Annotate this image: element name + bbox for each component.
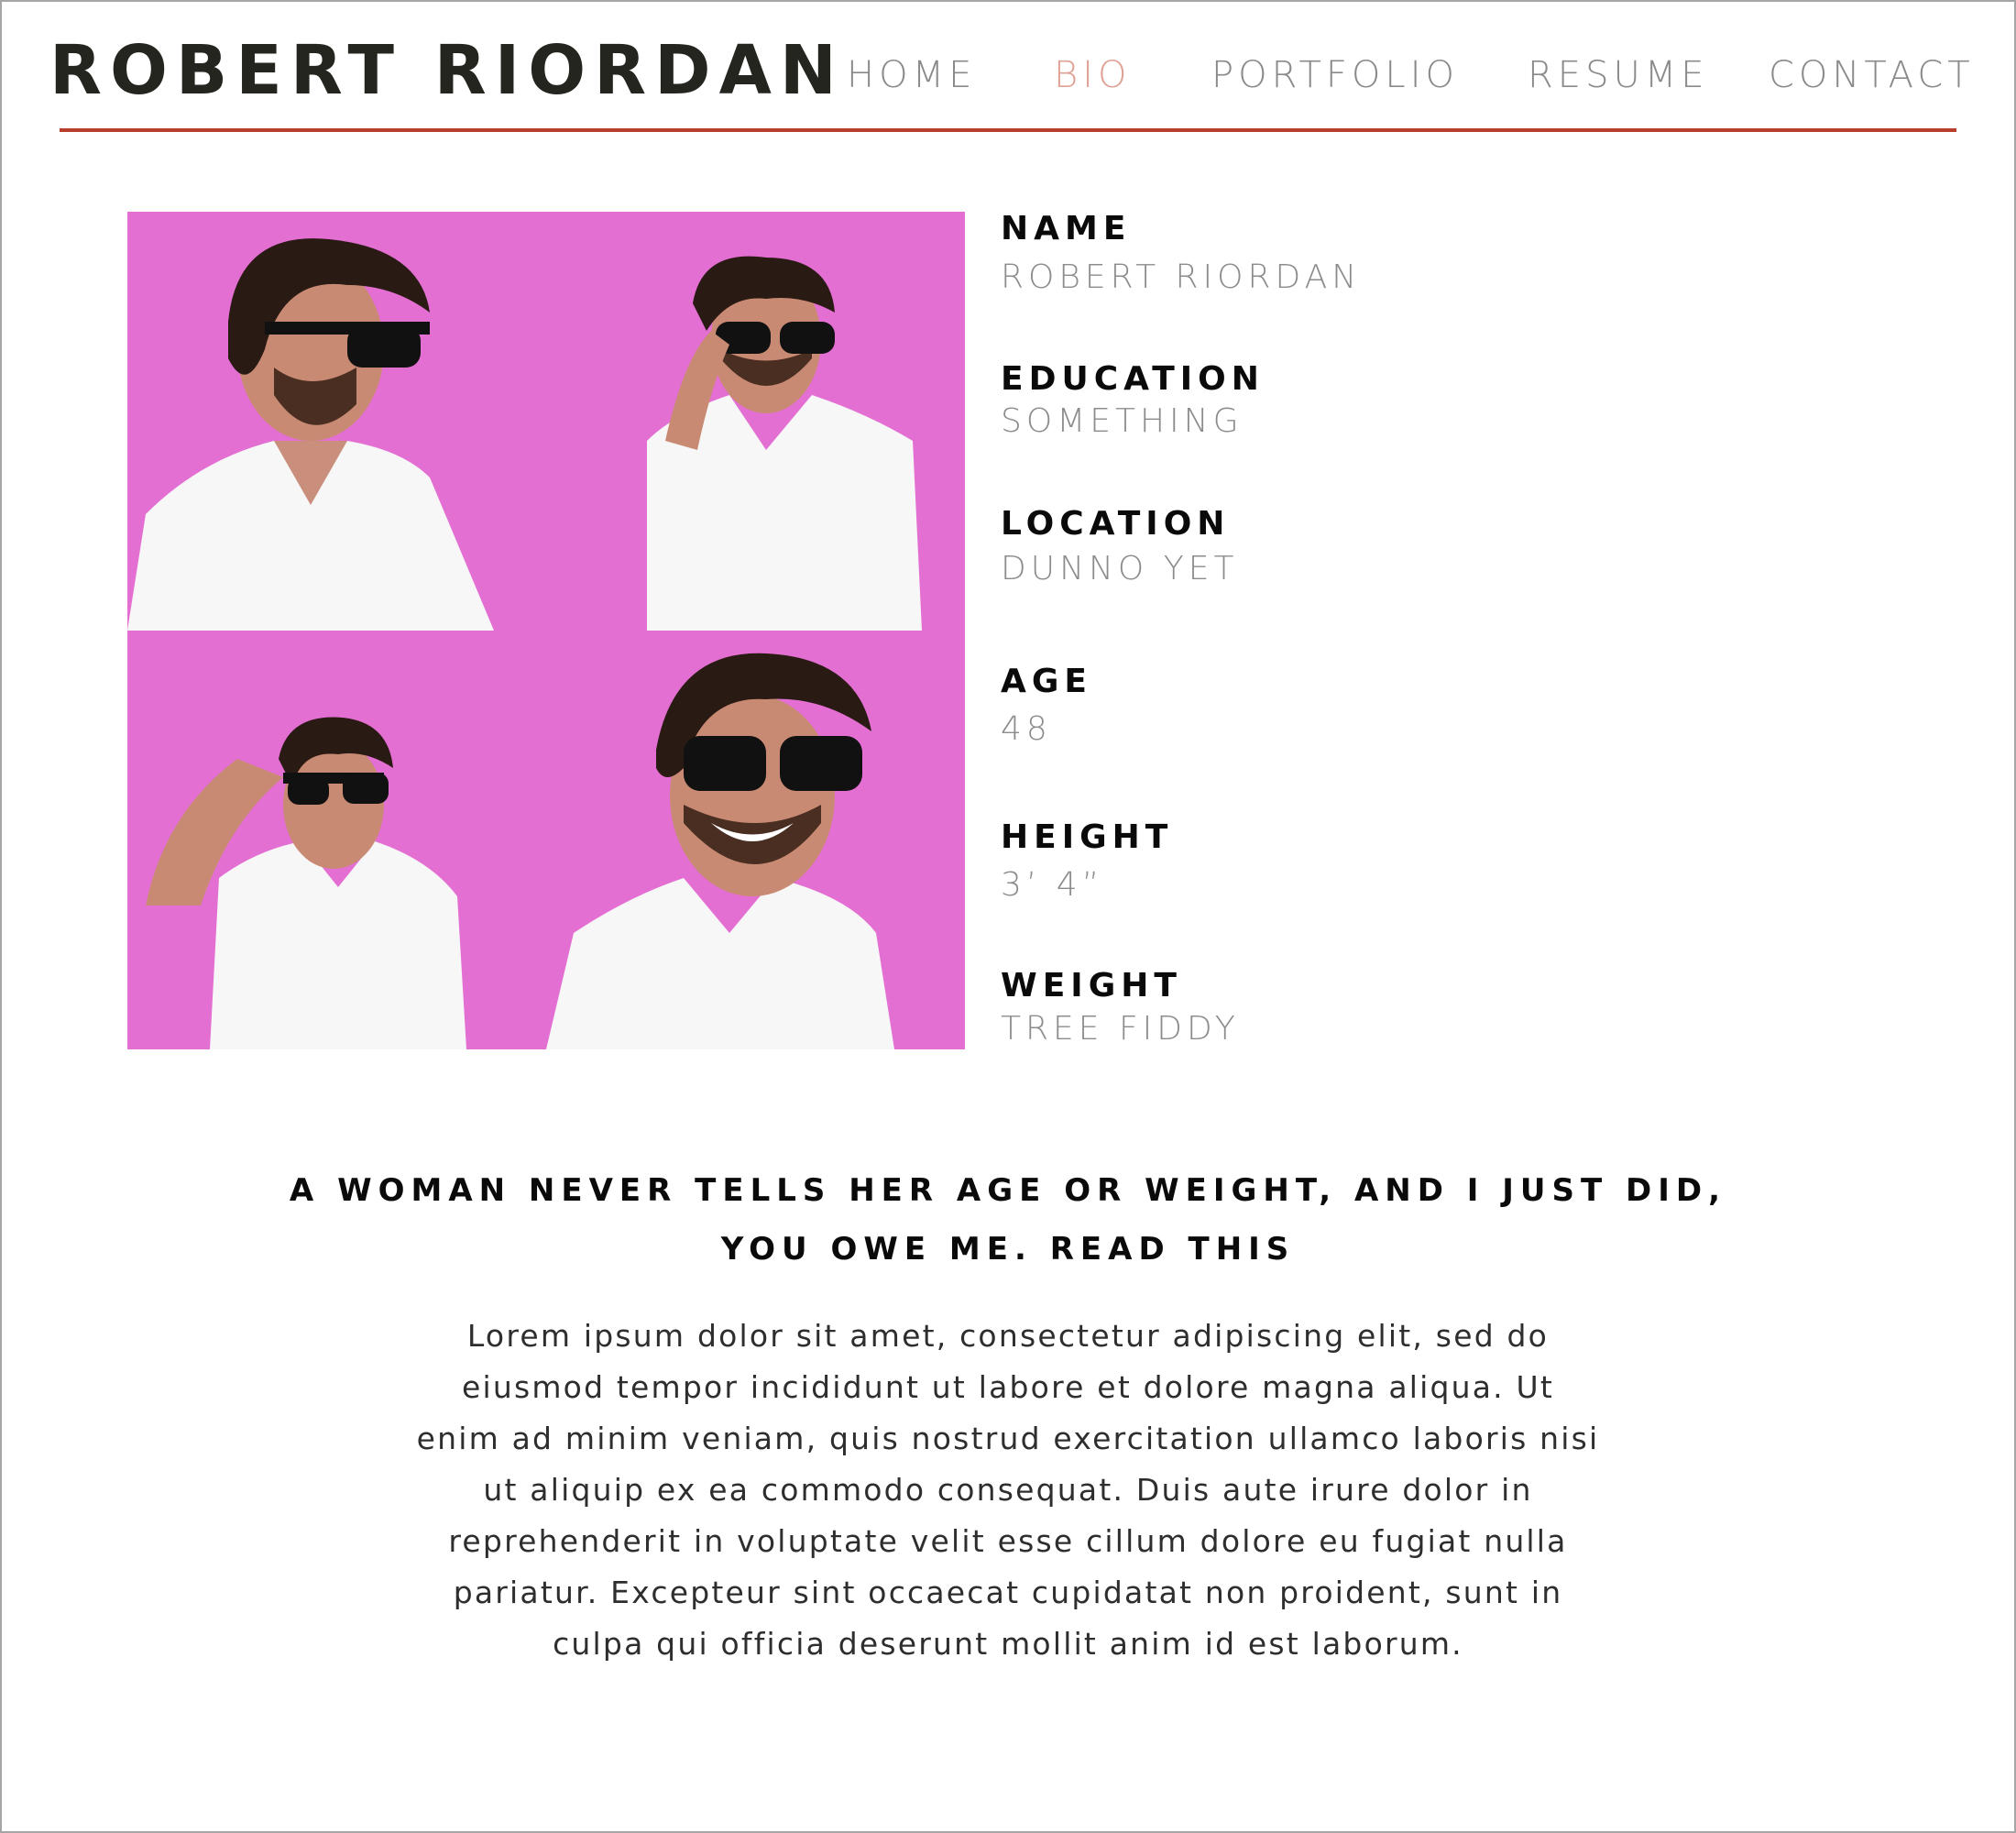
bio-line: eiusmod tempor incididunt ut labore et d… — [461, 1369, 1555, 1405]
nav-home[interactable]: HOME — [847, 52, 976, 98]
photo-bottom-right — [546, 631, 965, 1049]
bio-line: pariatur. Excepteur sint occaecat cupida… — [453, 1575, 1563, 1610]
site-header: ROBERT RIORDAN HOME BIO PORTFOLIO RESUME… — [2, 2, 2014, 139]
nav-portfolio[interactable]: PORTFOLIO — [1211, 52, 1459, 98]
nav-contact[interactable]: CONTACT — [1769, 52, 1975, 98]
site-title[interactable]: ROBERT RIORDAN — [49, 29, 845, 112]
photo-collage — [127, 212, 965, 1049]
bio-line: culpa qui officia deserunt mollit anim i… — [553, 1626, 1463, 1662]
bio-paragraph: Lorem ipsum dolor sit amet, consectetur … — [323, 1311, 1693, 1670]
value-education: SOMETHING — [1001, 402, 1244, 440]
value-weight: TREE FIDDY — [1001, 1010, 1240, 1048]
quote-line: YOU OWE ME. READ THIS — [720, 1231, 1296, 1268]
label-education: EDUCATION — [1001, 360, 1265, 398]
value-height: 3’ 4” — [1001, 866, 1104, 904]
label-age: AGE — [1001, 663, 1093, 700]
header-divider — [60, 128, 1956, 132]
value-age: 48 — [1001, 710, 1052, 748]
value-location: DUNNO YET — [1001, 550, 1239, 587]
quote-heading: A WOMAN NEVER TELLS HER AGE OR WEIGHT, A… — [185, 1161, 1831, 1279]
bio-line: ut aliquip ex ea commodo consequat. Duis… — [483, 1472, 1533, 1508]
label-height: HEIGHT — [1001, 818, 1174, 856]
bio-line: Lorem ipsum dolor sit amet, consectetur … — [466, 1318, 1550, 1354]
nav-resume[interactable]: RESUME — [1528, 52, 1709, 98]
value-name: ROBERT RIORDAN — [1001, 258, 1362, 296]
photo-top-left — [127, 212, 546, 631]
page-frame: ROBERT RIORDAN HOME BIO PORTFOLIO RESUME… — [0, 0, 2016, 1833]
label-name: NAME — [1001, 210, 1132, 247]
label-location: LOCATION — [1001, 505, 1231, 543]
label-weight: WEIGHT — [1001, 967, 1182, 1004]
bio-line: enim ad minim veniam, quis nostrud exerc… — [416, 1421, 1600, 1456]
photo-top-right — [546, 212, 965, 631]
bio-line: reprehenderit in voluptate velit esse ci… — [448, 1523, 1568, 1559]
nav-bio[interactable]: BIO — [1054, 52, 1131, 98]
quote-line: A WOMAN NEVER TELLS HER AGE OR WEIGHT, A… — [289, 1172, 1727, 1209]
photo-bottom-left — [127, 631, 546, 1049]
